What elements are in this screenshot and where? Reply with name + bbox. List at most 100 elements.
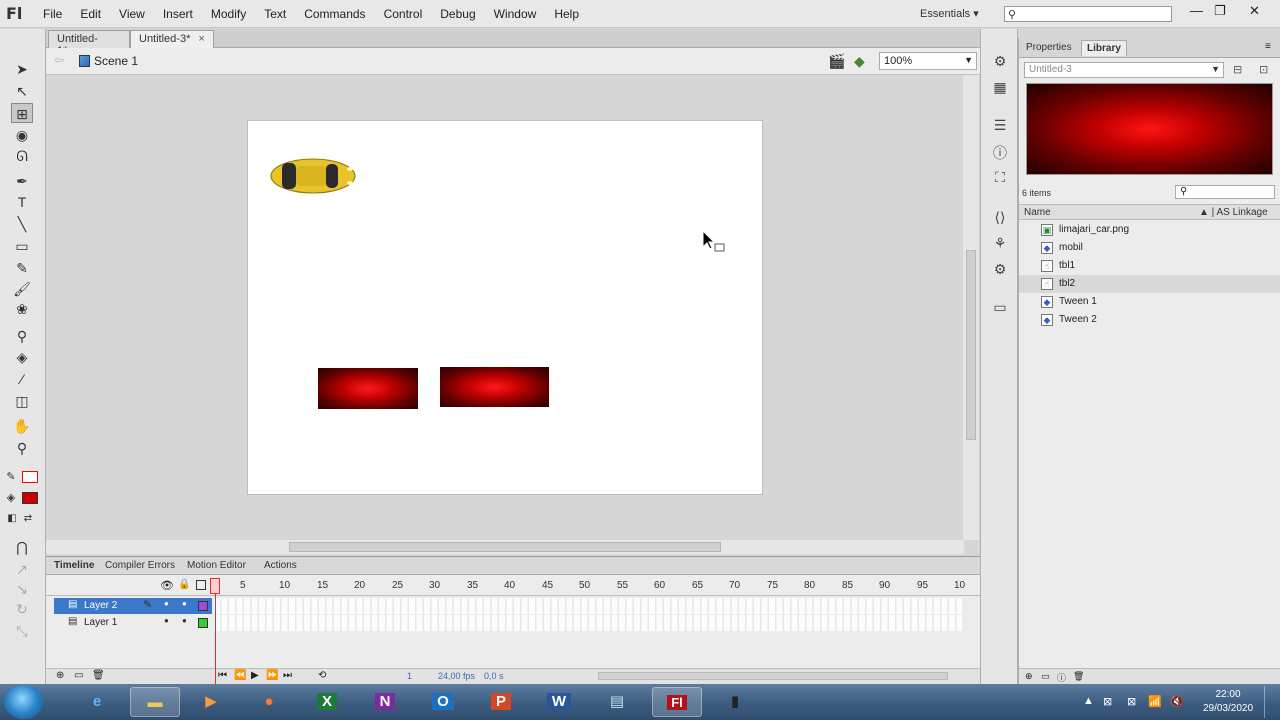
scale-icon[interactable]: ⤡	[11, 621, 33, 641]
edit-scene-icon[interactable]: 🎬	[828, 53, 845, 70]
edit-symbols-icon[interactable]: ◆	[854, 53, 865, 70]
playhead[interactable]	[215, 578, 216, 686]
layer-color-swatch[interactable]	[198, 601, 208, 611]
library-item[interactable]: ☝ tbl1	[1019, 257, 1280, 275]
layer-row-2[interactable]: Layer 2 ▤ ✎ ● ●	[46, 598, 980, 614]
taskbar-firefox-icon[interactable]: ●	[244, 687, 294, 717]
menu-commands[interactable]: Commands	[295, 0, 374, 28]
taskbar-tool-icon[interactable]: ▮	[710, 687, 760, 717]
menu-control[interactable]: Control	[375, 0, 432, 28]
last-frame-icon[interactable]: ⏭	[283, 670, 292, 681]
scroll-thumb[interactable]	[289, 542, 721, 552]
minimize-button[interactable]: —	[1190, 3, 1203, 18]
deco-tool-icon[interactable]: ❀	[11, 299, 33, 319]
delete-icon[interactable]: 🗑	[1073, 671, 1084, 682]
menu-file[interactable]: File	[34, 0, 71, 28]
layer-name[interactable]: Layer 2	[54, 598, 212, 614]
tab-properties[interactable]: Properties	[1021, 40, 1077, 55]
restore-button[interactable]: ❐	[1214, 3, 1226, 19]
timeline-hscrollbar[interactable]	[598, 672, 948, 680]
library-search-input[interactable]: ⚲	[1175, 185, 1275, 199]
smooth-icon[interactable]: ↗	[11, 559, 33, 579]
first-frame-icon[interactable]: ⏮	[218, 670, 227, 681]
frames-area[interactable]	[214, 598, 964, 614]
tab-library[interactable]: Library	[1081, 40, 1127, 56]
bone-tool-icon[interactable]: ⚲	[11, 326, 33, 346]
menu-modify[interactable]: Modify	[202, 0, 255, 28]
new-layer-icon[interactable]: ⊕	[56, 670, 64, 681]
components-icon[interactable]: ⚘	[990, 235, 1010, 253]
menu-text[interactable]: Text	[255, 0, 295, 28]
frame-rate[interactable]: 24,00 fps	[438, 671, 475, 681]
tab-actions[interactable]: Actions	[264, 560, 297, 571]
motion-presets-icon[interactable]: ⚙	[990, 53, 1010, 71]
menu-debug[interactable]: Debug	[431, 0, 484, 28]
library-item[interactable]: ◆ mobil	[1019, 239, 1280, 257]
lasso-tool-icon[interactable]: ᘏ	[11, 146, 33, 166]
taskbar-onenote-icon[interactable]: N	[360, 687, 410, 717]
help-search-input[interactable]: ⚲	[1004, 6, 1172, 22]
car-symbol[interactable]	[270, 157, 356, 195]
scene-breadcrumb[interactable]: Scene 1	[94, 54, 138, 68]
free-transform-tool-icon[interactable]: ⊞	[11, 103, 33, 123]
brush-tool-icon[interactable]: 🖌	[11, 279, 33, 299]
lock-dot[interactable]: ●	[182, 616, 187, 625]
stroke-color-swatch[interactable]	[22, 471, 38, 483]
layer-color-swatch[interactable]	[198, 618, 208, 628]
tab-untitled-1[interactable]: Untitled-1*×	[48, 30, 130, 57]
tray-app-icon[interactable]: ⊠	[1103, 695, 1112, 708]
new-symbol-icon[interactable]: ⊕	[1025, 671, 1033, 682]
current-frame[interactable]: 1	[407, 671, 412, 681]
snap-magnet-icon[interactable]: ⋂	[11, 537, 33, 557]
code-snippets-icon[interactable]: ⟨⟩	[990, 209, 1010, 227]
eraser-icon[interactable]: ◫	[11, 391, 33, 411]
loop-icon[interactable]: ⟲	[318, 670, 326, 681]
clock[interactable]: 22:00 29/03/2020	[1200, 688, 1256, 716]
tray-app-icon[interactable]: ⊠	[1127, 695, 1136, 708]
info-icon[interactable]: ⓘ	[990, 143, 1010, 161]
line-tool-icon[interactable]: ╲	[11, 214, 33, 234]
visible-dot[interactable]: ●	[164, 599, 169, 608]
new-folder-icon[interactable]: ▭	[74, 670, 83, 681]
step-back-icon[interactable]: ⏪	[234, 670, 246, 681]
taskbar-explorer-icon[interactable]: ▬	[130, 687, 180, 717]
panel-menu-icon[interactable]: ≡	[1265, 41, 1271, 52]
paint-bucket-icon[interactable]: ◈	[11, 347, 33, 367]
transform-icon[interactable]: ⛶	[990, 169, 1010, 187]
lock-icon[interactable]: 🔒	[178, 579, 190, 590]
tbl2-button-instance[interactable]	[440, 367, 549, 407]
taskbar-powerpoint-icon[interactable]: P	[476, 687, 526, 717]
scroll-thumb[interactable]	[966, 250, 976, 440]
frames-area[interactable]	[214, 615, 964, 631]
eyedropper-icon[interactable]: ⁄	[11, 369, 33, 389]
eye-icon[interactable]: 👁	[160, 579, 174, 592]
delete-layer-icon[interactable]: 🗑	[92, 670, 105, 681]
pencil-tool-icon[interactable]: ✎	[11, 258, 33, 278]
library-item[interactable]: ☝ tbl2	[1019, 275, 1280, 293]
library-item[interactable]: ▣ limajari_car.png	[1019, 221, 1280, 239]
properties-icon[interactable]: ⓘ	[1057, 671, 1066, 684]
fill-color-swatch[interactable]	[22, 492, 38, 504]
lock-dot[interactable]: ●	[182, 599, 187, 608]
tbl1-button-instance[interactable]	[318, 368, 418, 409]
close-button[interactable]: ✕	[1249, 3, 1260, 19]
tab-motion-editor[interactable]: Motion Editor	[187, 560, 246, 571]
outline-icon[interactable]	[196, 580, 206, 590]
subselection-tool-icon[interactable]: ↖	[11, 81, 33, 101]
menu-window[interactable]: Window	[485, 0, 546, 28]
column-as-linkage[interactable]: ▲ | AS Linkage	[1199, 207, 1268, 218]
taskbar-flash-icon[interactable]: Fl	[652, 687, 702, 717]
column-name[interactable]: Name	[1024, 207, 1051, 218]
pen-tool-icon[interactable]: ✒	[11, 171, 33, 191]
library-item[interactable]: ◆ Tween 2	[1019, 311, 1280, 329]
project-icon[interactable]: ▭	[990, 299, 1010, 317]
taskbar-ie-icon[interactable]: e	[72, 687, 122, 717]
taskbar-outlook-icon[interactable]: O	[418, 687, 468, 717]
swap-colors-icon[interactable]: ⇄	[20, 509, 36, 529]
layer-name[interactable]: Layer 1	[54, 615, 212, 631]
library-document-select[interactable]: Untitled-3 ▼	[1024, 62, 1224, 78]
taskbar-media-icon[interactable]: ▶	[186, 687, 236, 717]
hand-tool-icon[interactable]: ✋	[11, 416, 33, 436]
close-icon[interactable]: ×	[198, 33, 204, 45]
visible-dot[interactable]: ●	[164, 616, 169, 625]
